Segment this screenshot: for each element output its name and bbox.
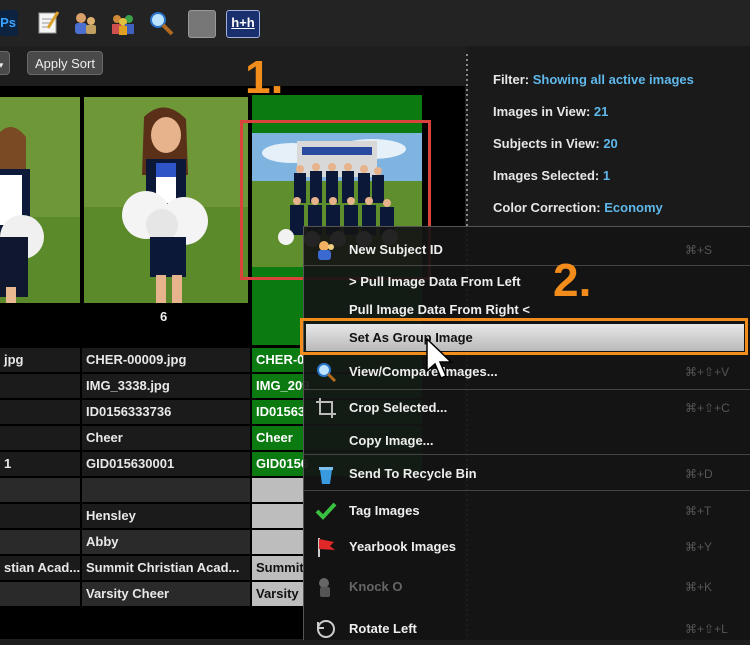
- menu-item-shortcut: ⌘+S: [685, 243, 713, 257]
- menu-item-label: Pull Image Data From Right <: [349, 302, 530, 317]
- menu-item-label: > Pull Image Data From Left: [349, 274, 521, 289]
- menu-item[interactable]: Tag Images ⌘+T: [303, 497, 750, 525]
- table-cell[interactable]: Varsity: [252, 582, 304, 606]
- knockout-icon: [315, 576, 337, 598]
- menu-separator: [303, 490, 750, 491]
- menu-item-label: New Subject ID: [349, 242, 443, 257]
- table-cell[interactable]: [252, 504, 304, 528]
- table-cell[interactable]: [0, 400, 80, 424]
- sort-dropdown-button[interactable]: ▾: [0, 51, 10, 75]
- subject-icon[interactable]: [72, 10, 98, 36]
- mouse-cursor-icon: [425, 337, 453, 386]
- menu-item[interactable]: New Subject ID ⌘+S: [303, 236, 750, 264]
- menu-item-shortcut: ⌘+D: [685, 467, 713, 481]
- table-cell[interactable]: IMG_3338.jpg: [82, 374, 250, 398]
- menu-item[interactable]: View/Compare Images... ⌘+⇧+V: [303, 358, 750, 386]
- table-cell[interactable]: [0, 426, 80, 450]
- table-cell[interactable]: [252, 478, 304, 502]
- menu-item-shortcut: ⌘+⇧+L: [685, 622, 728, 636]
- table-cell[interactable]: Varsity Cheer: [82, 582, 250, 606]
- menu-item-label: View/Compare Images...: [349, 364, 498, 379]
- table-cell[interactable]: [82, 478, 250, 502]
- group-icon[interactable]: [110, 10, 136, 36]
- table-cell[interactable]: Summit: [252, 556, 304, 580]
- menu-item-label: Copy Image...: [349, 433, 434, 448]
- menu-item[interactable]: > Pull Image Data From Left: [303, 268, 750, 296]
- subjects-in-view-row: Subjects in View: 20: [493, 136, 618, 151]
- menu-item-label: Tag Images: [349, 503, 420, 518]
- search-icon[interactable]: [148, 10, 174, 36]
- table-cell[interactable]: 1: [0, 452, 80, 476]
- flag-icon: [315, 536, 337, 558]
- menu-item[interactable]: Crop Selected... ⌘+⇧+C: [303, 394, 750, 422]
- color-correction-value[interactable]: Economy: [604, 200, 663, 215]
- menu-item-label: Yearbook Images: [349, 539, 456, 554]
- filter-value[interactable]: Showing all active images: [533, 72, 694, 87]
- table-cell[interactable]: [0, 530, 80, 554]
- table-cell[interactable]: ID0156333736: [82, 400, 250, 424]
- chevron-down-icon: ▾: [0, 60, 4, 70]
- recycle-bin-icon: [315, 463, 337, 485]
- menu-separator: [303, 389, 750, 390]
- image-number-label: 6: [160, 309, 168, 324]
- subjects-in-view-value: 20: [603, 136, 618, 151]
- table-cell[interactable]: [0, 504, 80, 528]
- table-cell[interactable]: Cheer: [82, 426, 250, 450]
- color-correction-row: Color Correction: Economy: [493, 200, 663, 215]
- table-cell[interactable]: Hensley: [82, 504, 250, 528]
- table-cell[interactable]: GID015630001: [82, 452, 250, 476]
- hh-icon[interactable]: h+h: [226, 10, 260, 38]
- table-cell[interactable]: stian Acad...: [0, 556, 80, 580]
- thumbnail-image[interactable]: [84, 97, 248, 303]
- edit-note-icon[interactable]: [36, 10, 62, 36]
- crop-icon: [315, 397, 337, 419]
- menu-item-label: Crop Selected...: [349, 400, 448, 415]
- menu-separator: [303, 454, 750, 455]
- subjects-in-view-label: Subjects in View:: [493, 136, 600, 151]
- menu-item-shortcut: ⌘+K: [685, 580, 713, 594]
- apply-sort-button[interactable]: Apply Sort: [27, 51, 103, 75]
- annotation-orange-box: [300, 318, 748, 355]
- checkmark-icon: [315, 500, 337, 522]
- table-cell[interactable]: jpg: [0, 348, 80, 372]
- menu-item[interactable]: Yearbook Images ⌘+Y: [303, 533, 750, 561]
- images-in-view-value: 21: [593, 104, 609, 119]
- table-cell[interactable]: [0, 582, 80, 606]
- new-subject-icon: [315, 239, 337, 261]
- images-selected-row: Images Selected: 1: [493, 168, 610, 183]
- gray-square-icon[interactable]: [188, 10, 216, 38]
- table-cell[interactable]: [0, 478, 80, 502]
- menu-item[interactable]: Copy Image...: [303, 427, 750, 455]
- images-selected-label: Images Selected:: [493, 168, 600, 183]
- photoshop-icon[interactable]: Ps: [0, 10, 18, 36]
- menu-item-shortcut: ⌘+⇧+V: [685, 365, 730, 379]
- color-correction-label: Color Correction:: [493, 200, 601, 215]
- table-cell[interactable]: [252, 530, 304, 554]
- annotation-step-1: 1.: [245, 51, 284, 103]
- images-in-view-row: Images in View: 21: [493, 104, 608, 119]
- filter-label: Filter:: [493, 72, 530, 87]
- rotate-left-icon: [315, 618, 337, 640]
- menu-item[interactable]: Send To Recycle Bin ⌘+D: [303, 460, 750, 488]
- menu-item[interactable]: Knock O ⌘+K: [303, 573, 750, 601]
- table-cell[interactable]: Summit Christian Acad...: [82, 556, 250, 580]
- thumbnail-image[interactable]: [0, 97, 80, 303]
- table-cell[interactable]: Abby: [82, 530, 250, 554]
- annotation-step-2: 2.: [553, 254, 592, 306]
- menu-item-label: Send To Recycle Bin: [349, 466, 477, 481]
- images-in-view-label: Images in View:: [493, 104, 591, 119]
- menu-separator: [303, 265, 750, 266]
- menu-item-shortcut: ⌘+⇧+C: [685, 401, 730, 415]
- table-cell[interactable]: [0, 374, 80, 398]
- menu-item-label: Rotate Left: [349, 621, 417, 636]
- table-cell[interactable]: CHER-00009.jpg: [82, 348, 250, 372]
- menu-item-label: Knock O: [349, 579, 403, 594]
- menu-item-shortcut: ⌘+Y: [685, 540, 713, 554]
- filter-row: Filter: Showing all active images: [493, 72, 694, 87]
- toolbar: Ps h+h: [0, 0, 750, 46]
- images-selected-value: 1: [602, 168, 611, 183]
- menu-item-shortcut: ⌘+T: [685, 504, 712, 518]
- search-icon: [315, 361, 337, 383]
